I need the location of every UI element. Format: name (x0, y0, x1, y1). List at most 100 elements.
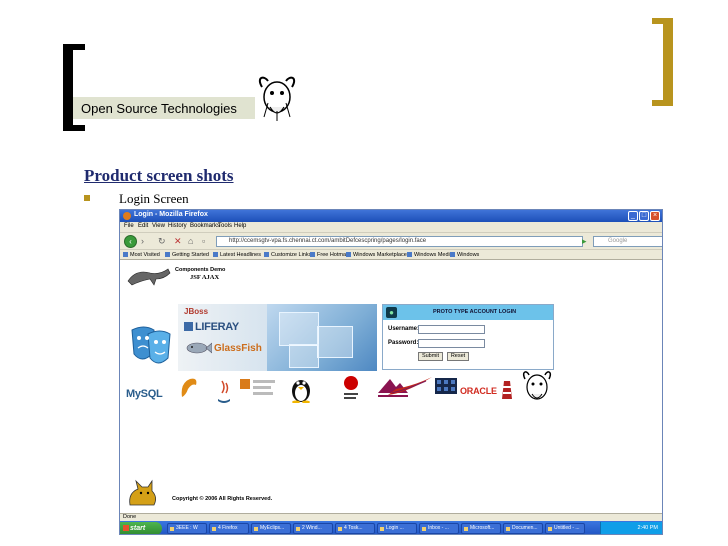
liferay-logo: LIFERAY (184, 321, 239, 333)
username-input[interactable] (418, 325, 485, 334)
reload-icon[interactable]: ↻ (158, 236, 166, 246)
window-title: Login - Mozilla Firefox (134, 211, 208, 218)
password-label: Password: (388, 340, 419, 346)
bookmark-customize-links[interactable]: Customize Links (264, 252, 311, 258)
start-button[interactable]: start (120, 522, 162, 534)
clock: 2:40 PM (637, 525, 658, 531)
left-bracket-top (63, 44, 85, 50)
status-bar: Done (120, 513, 662, 521)
bookmark-getting-started[interactable]: Getting Started (165, 252, 209, 258)
bullet-text: Login Screen (119, 191, 189, 206)
password-input[interactable] (418, 339, 485, 348)
building-blocks-icon (435, 378, 457, 394)
bookmark-windows[interactable]: Windows (450, 252, 479, 258)
go-icon[interactable]: ▸ (582, 236, 587, 246)
maximize-button[interactable]: □ (639, 211, 649, 221)
login-panel: ● PROTO TYPE ACCOUNT LOGIN Username: Pas… (382, 304, 554, 370)
gnu-head-icon (258, 76, 296, 121)
address-text: http://ccemsgtv-vpa.fs.chennai.ct.com/am… (229, 238, 427, 244)
taskbar-item[interactable]: Microsoft... (461, 523, 501, 534)
taskbar-item[interactable]: 2 Wind... (293, 523, 333, 534)
glassfish-logo: GlassFish (214, 343, 262, 354)
components-title: Components Demo (175, 267, 226, 273)
menu-history[interactable]: History (168, 223, 187, 229)
taskbar-item[interactable]: 4 Firefox (209, 523, 249, 534)
apache-feather-icon (388, 377, 432, 395)
search-placeholder: Google (608, 238, 628, 244)
back-button[interactable]: ‹ (124, 235, 137, 248)
search-field[interactable]: Google (593, 236, 662, 247)
menu-bookmarks[interactable]: Bookmarks (190, 223, 220, 229)
slide-title: Open Source Technologies (81, 101, 237, 116)
left-bracket-bottom (63, 125, 85, 131)
mysql-text: MySQL (126, 388, 163, 400)
bookmarks-toolbar: Most Visited Getting Started Latest Head… (120, 249, 662, 260)
java-logo-icon (218, 380, 230, 403)
login-header: ● PROTO TYPE ACCOUNT LOGIN (383, 305, 553, 320)
menu-tools[interactable]: Tools (218, 223, 232, 229)
home-icon[interactable]: ⌂ (188, 236, 193, 246)
taskbar-item[interactable]: Untitled - ... (545, 523, 585, 534)
stop-icon[interactable]: ✕ (174, 236, 182, 246)
reset-button[interactable]: Reset (447, 352, 469, 361)
menu-help[interactable]: Help (234, 223, 246, 229)
system-tray: 2:40 PM (600, 522, 662, 534)
jboss-logo: JBoss (184, 307, 209, 316)
tux-penguin-icon (292, 380, 310, 403)
forward-icon[interactable]: › (141, 236, 144, 246)
menu-file[interactable]: File (124, 223, 134, 229)
lighthouse-icon (502, 381, 512, 399)
page-content: Components Demo JSF AJAX JBoss LIFERAY G… (120, 261, 662, 513)
ice-cubes-image (267, 304, 377, 371)
right-bracket-top (652, 18, 673, 24)
menu-bar: File Edit View History Bookmarks Tools H… (120, 222, 662, 232)
enterprise-logo-icon (240, 379, 275, 395)
oracle-logo: ORACLE (460, 386, 497, 396)
taskbar-item[interactable]: Documen... (503, 523, 543, 534)
taskbar-item[interactable]: MyEclips... (251, 523, 291, 534)
minimize-button[interactable]: _ (628, 211, 638, 221)
bookmark-latest-headlines[interactable]: Latest Headlines (213, 252, 261, 258)
bookmark-most-visited[interactable]: Most Visited (123, 252, 160, 258)
gnu-head-small-icon (522, 371, 552, 400)
menu-view[interactable]: View (152, 223, 165, 229)
bullet-marker (84, 195, 90, 201)
copyright-text: Copyright © 2006 All Rights Reserved. (172, 496, 273, 502)
navigation-toolbar: ‹ › ↻ ✕ ⌂ ▫ http://ccemsgtv-vpa.fs.chenn… (120, 232, 662, 249)
bookmark-windows-marketplace[interactable]: Windows Marketplace (346, 252, 407, 258)
firefox-icon (123, 212, 131, 220)
liferay-mark-icon (184, 322, 193, 331)
right-bracket-bottom (652, 100, 673, 106)
glassfish-icon (186, 342, 212, 354)
status-text: Done (123, 514, 137, 520)
login-title: PROTO TYPE ACCOUNT LOGIN (433, 309, 517, 315)
masks-logo-icon (131, 326, 171, 364)
username-label: Username: (388, 326, 420, 332)
tomcat-logo-icon (129, 479, 156, 506)
left-bracket (63, 44, 73, 131)
windows-taskbar: start 3EEE : W 4 Firefox MyEclips... 2 W… (120, 521, 662, 534)
taskbar-item[interactable]: 4 Tosk... (335, 523, 375, 534)
dolphin-icon (181, 378, 197, 397)
close-button[interactable]: × (650, 211, 660, 221)
taskbar-item[interactable]: Login ... (377, 523, 417, 534)
menu-edit[interactable]: Edit (138, 223, 148, 229)
browser-screenshot: Login - Mozilla Firefox _ □ × File Edit … (119, 209, 663, 535)
redhat-logo-icon (344, 376, 358, 399)
bookmark-windows-media[interactable]: Windows Media (407, 252, 453, 258)
cat-logo-icon (127, 268, 171, 286)
bookmark-free-hotmail[interactable]: Free Hotmail (310, 252, 348, 258)
components-subtitle: JSF AJAX (190, 274, 220, 281)
mysql-logo: MySQL (126, 388, 163, 400)
right-bracket (663, 18, 673, 106)
browser-titlebar: Login - Mozilla Firefox _ □ × (120, 210, 662, 222)
liferay-text: LIFERAY (195, 321, 239, 333)
taskbar-item[interactable]: 3EEE : W (167, 523, 207, 534)
address-bar[interactable]: http://ccemsgtv-vpa.fs.chennai.ct.com/am… (216, 236, 583, 247)
section-heading: Product screen shots (84, 166, 234, 185)
submit-button[interactable]: Submit (418, 352, 443, 361)
page-icon: ▫ (202, 236, 206, 246)
taskbar-item[interactable]: Inbox - ... (419, 523, 459, 534)
technology-banner: JBoss LIFERAY GlassFish (178, 304, 377, 371)
lock-icon: ● (386, 307, 397, 318)
